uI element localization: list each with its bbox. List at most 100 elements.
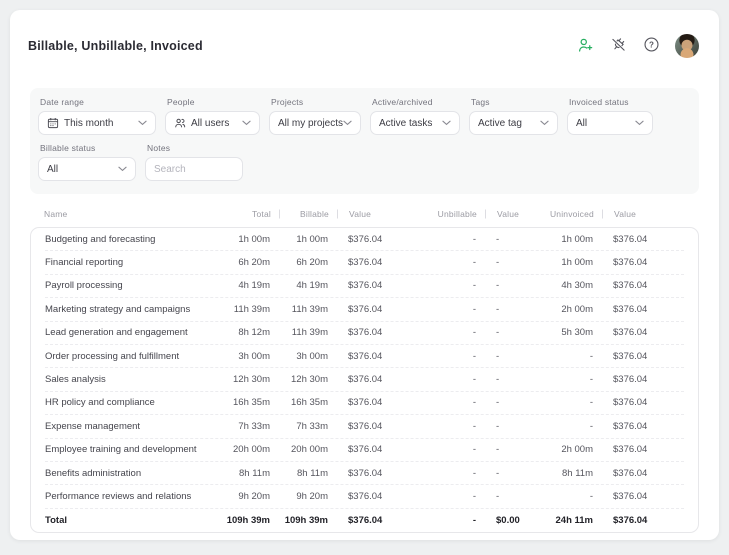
cell-name: Employee training and development [45, 444, 212, 455]
cell-unbillable-value: - [476, 351, 536, 362]
cell-billable: 8h 11m [270, 468, 328, 479]
top-bar: Billable, Unbillable, Invoiced ? [10, 10, 719, 58]
cell-unbillable-value: - [476, 444, 536, 455]
cell-billable: 1h 00m [270, 234, 328, 245]
cell-billable: 11h 39m [270, 304, 328, 315]
report-page: Billable, Unbillable, Invoiced ? [10, 10, 719, 540]
chevron-down-icon [635, 118, 644, 129]
table-row[interactable]: HR policy and compliance 16h 35m 16h 35m… [45, 392, 684, 415]
cell-billable-value: $376.04 [328, 280, 402, 291]
help-icon: ? [643, 36, 660, 56]
table-total-row[interactable]: Total 109h 39m 109h 39m $376.04 - $0.00 … [45, 509, 684, 532]
filter-label: Active/archived [372, 97, 460, 107]
cell-uninvoiced-value: $376.04 [593, 351, 684, 362]
cell-uninvoiced: 2h 00m [536, 444, 593, 455]
cell-name: HR policy and compliance [45, 397, 212, 408]
plug-off-icon [610, 36, 627, 56]
table-row[interactable]: Employee training and development 20h 00… [45, 439, 684, 462]
table-row[interactable]: Lead generation and engagement 8h 12m 11… [45, 322, 684, 345]
filter-tags: Tags Active tag [469, 97, 558, 135]
active-archived-value: Active tasks [379, 118, 442, 129]
filter-date-range: Date range This month [38, 97, 156, 135]
help-button[interactable]: ? [642, 37, 660, 55]
cell-unbillable: - [402, 444, 476, 455]
user-avatar[interactable] [675, 34, 699, 58]
date-range-value: This month [64, 118, 138, 129]
table-row[interactable]: Expense management 7h 33m 7h 33m $376.04… [45, 415, 684, 438]
cell-uninvoiced-value: $376.04 [593, 234, 684, 245]
cell-name: Total [45, 515, 212, 526]
add-user-button[interactable] [576, 37, 594, 55]
people-dropdown[interactable]: All users [165, 111, 260, 135]
cell-unbillable-value: - [476, 421, 536, 432]
table-row[interactable]: Order processing and fulfillment 3h 00m … [45, 345, 684, 368]
table-row[interactable]: Payroll processing 4h 19m 4h 19m $376.04… [45, 275, 684, 298]
cell-total: 20h 00m [212, 444, 270, 455]
cell-unbillable: - [402, 327, 476, 338]
cell-uninvoiced: 1h 00m [536, 257, 593, 268]
invoiced-status-value: All [576, 118, 635, 129]
cell-uninvoiced-value: $376.04 [593, 304, 684, 315]
cell-unbillable: - [402, 421, 476, 432]
cell-uninvoiced: 1h 00m [536, 234, 593, 245]
cell-unbillable: - [402, 351, 476, 362]
cell-name: Budgeting and forecasting [45, 234, 212, 245]
cell-uninvoiced-value: $376.04 [593, 374, 684, 385]
cell-uninvoiced: - [536, 421, 593, 432]
date-range-dropdown[interactable]: This month [38, 111, 156, 135]
tags-dropdown[interactable]: Active tag [469, 111, 558, 135]
svg-text:?: ? [649, 40, 654, 49]
cell-uninvoiced: 5h 30m [536, 327, 593, 338]
cell-total: 9h 20m [212, 491, 270, 502]
billable-status-value: All [47, 164, 118, 175]
cell-total: 8h 11m [212, 468, 270, 479]
cell-uninvoiced-value: $376.04 [593, 468, 684, 479]
filter-projects: Projects All my projects [269, 97, 361, 135]
notes-search-input[interactable] [145, 157, 243, 181]
cell-uninvoiced-value: $376.04 [593, 327, 684, 338]
cell-unbillable-value: - [476, 327, 536, 338]
table-row[interactable]: Sales analysis 12h 30m 12h 30m $376.04 -… [45, 368, 684, 391]
table-header: Name Total Billable Value Unbillable Val… [30, 206, 699, 222]
cell-unbillable-value: $0.00 [476, 515, 536, 526]
integrations-disconnected-button[interactable] [609, 37, 627, 55]
table-row[interactable]: Financial reporting 6h 20m 6h 20m $376.0… [45, 251, 684, 274]
users-icon [174, 117, 186, 129]
projects-dropdown[interactable]: All my projects [269, 111, 361, 135]
cell-unbillable: - [402, 515, 476, 526]
column-header-name: Name [44, 209, 213, 219]
cell-uninvoiced: - [536, 397, 593, 408]
chevron-down-icon [540, 118, 549, 129]
filter-label: People [167, 97, 260, 107]
billable-status-dropdown[interactable]: All [38, 157, 136, 181]
table-row[interactable]: Marketing strategy and campaigns 11h 39m… [45, 298, 684, 321]
cell-unbillable-value: - [476, 374, 536, 385]
cell-billable-value: $376.04 [328, 257, 402, 268]
filter-row-2: Billable status All Notes [38, 143, 691, 181]
table-row[interactable]: Benefits administration 8h 11m 8h 11m $3… [45, 462, 684, 485]
invoiced-status-dropdown[interactable]: All [567, 111, 653, 135]
cell-name: Expense management [45, 421, 212, 432]
cell-unbillable-value: - [476, 280, 536, 291]
cell-unbillable: - [402, 234, 476, 245]
filter-label: Billable status [40, 143, 136, 153]
cell-unbillable-value: - [476, 304, 536, 315]
chevron-down-icon [242, 118, 251, 129]
column-header-total: Total [213, 209, 271, 219]
cell-name: Lead generation and engagement [45, 327, 212, 338]
cell-unbillable: - [402, 468, 476, 479]
column-header-uninvoiced-value: Value [594, 209, 685, 219]
table-row[interactable]: Performance reviews and relations 9h 20m… [45, 485, 684, 508]
chevron-down-icon [343, 118, 352, 129]
cell-uninvoiced: 24h 11m [536, 515, 593, 526]
people-value: All users [191, 118, 242, 129]
cell-unbillable-value: - [476, 397, 536, 408]
cell-billable-value: $376.04 [328, 444, 402, 455]
active-archived-dropdown[interactable]: Active tasks [370, 111, 460, 135]
chevron-down-icon [138, 118, 147, 129]
table-row[interactable]: Budgeting and forecasting 1h 00m 1h 00m … [45, 228, 684, 251]
cell-billable-value: $376.04 [328, 374, 402, 385]
filter-label: Invoiced status [569, 97, 653, 107]
cell-billable: 4h 19m [270, 280, 328, 291]
cell-total: 11h 39m [212, 304, 270, 315]
